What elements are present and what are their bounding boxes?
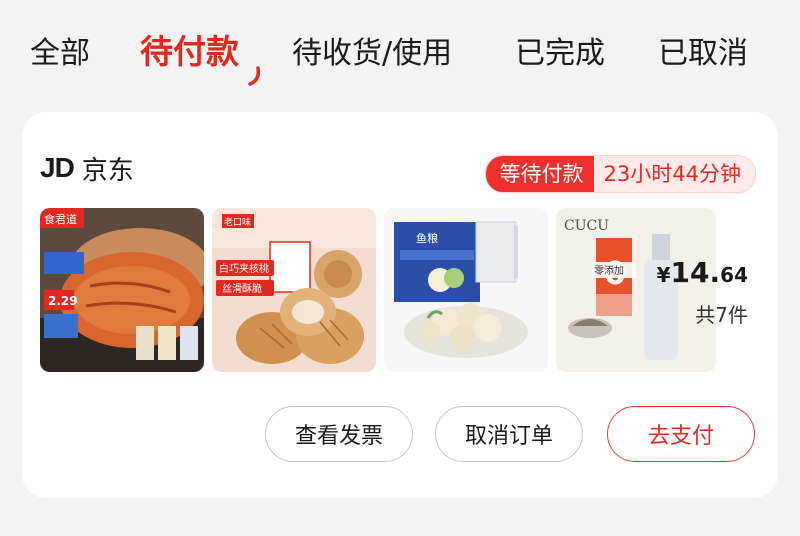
brand-tag-2: 老口味 <box>224 216 251 228</box>
walnut-bun-image: 老口味 白巧夹核桃 丝滑酥脆 <box>212 208 376 372</box>
product-thumbnail-3[interactable]: 鱼粮 <box>384 208 548 372</box>
price-decimal: 64 <box>720 263 748 287</box>
tab-completed[interactable]: 已完成 <box>515 32 605 76</box>
product-thumbnail-2[interactable]: 老口味 白巧夹核桃 丝滑酥脆 <box>212 208 376 372</box>
order-status-badge: 等待付款 23小时44分钟 <box>484 155 756 193</box>
brand-tag-4: CUCU <box>564 218 609 234</box>
tab-to-receive[interactable]: 待收货/使用 <box>292 32 452 76</box>
pay-button[interactable]: 去支付 <box>607 406 755 462</box>
tab-pending-payment[interactable]: 待付款 <box>140 30 239 74</box>
fish-balls-image: 鱼粮 <box>384 208 548 372</box>
status-label: 等待付款 <box>485 156 594 192</box>
tag-line-3: 鱼粮 <box>416 231 438 245</box>
promo-price-1: 2.29 <box>48 294 78 308</box>
brand-tag-1: 食君道 <box>44 212 77 226</box>
cancel-order-button[interactable]: 取消订单 <box>435 406 583 462</box>
shop-header[interactable]: JD 京东 <box>40 148 134 188</box>
item-count: 共7件 <box>695 303 748 327</box>
tag-line-4b: 零添加 <box>594 264 624 277</box>
tab-all[interactable]: 全部 <box>30 32 90 76</box>
price-currency: ¥ <box>656 263 671 287</box>
view-invoice-button[interactable]: 查看发票 <box>265 406 413 462</box>
jd-logo-icon: JD <box>40 152 75 183</box>
tag-line-2a: 白巧夹核桃 <box>219 262 269 275</box>
order-tabs: 全部 待付款 待收货/使用 已完成 已取消 <box>0 0 800 110</box>
product-thumbnail-1[interactable]: 食君道 2.29 <box>40 208 204 372</box>
shop-name: 京东 <box>81 155 134 186</box>
order-card[interactable]: JD 京东 等待付款 23小时44分钟 食君道 2.29 老口味 白巧夹核桃 丝… <box>22 112 778 498</box>
active-tab-indicator <box>248 66 261 86</box>
order-total: ¥14.64 共7件 <box>657 256 748 328</box>
order-price: ¥14.64 <box>657 256 748 289</box>
price-integer: 14. <box>670 256 721 289</box>
tab-cancelled[interactable]: 已取消 <box>658 32 748 76</box>
grilled-chicken-breast-image: 食君道 2.29 <box>40 208 204 372</box>
tag-line-2b: 丝滑酥脆 <box>222 282 262 295</box>
payment-countdown: 23小时44分钟 <box>593 156 755 192</box>
